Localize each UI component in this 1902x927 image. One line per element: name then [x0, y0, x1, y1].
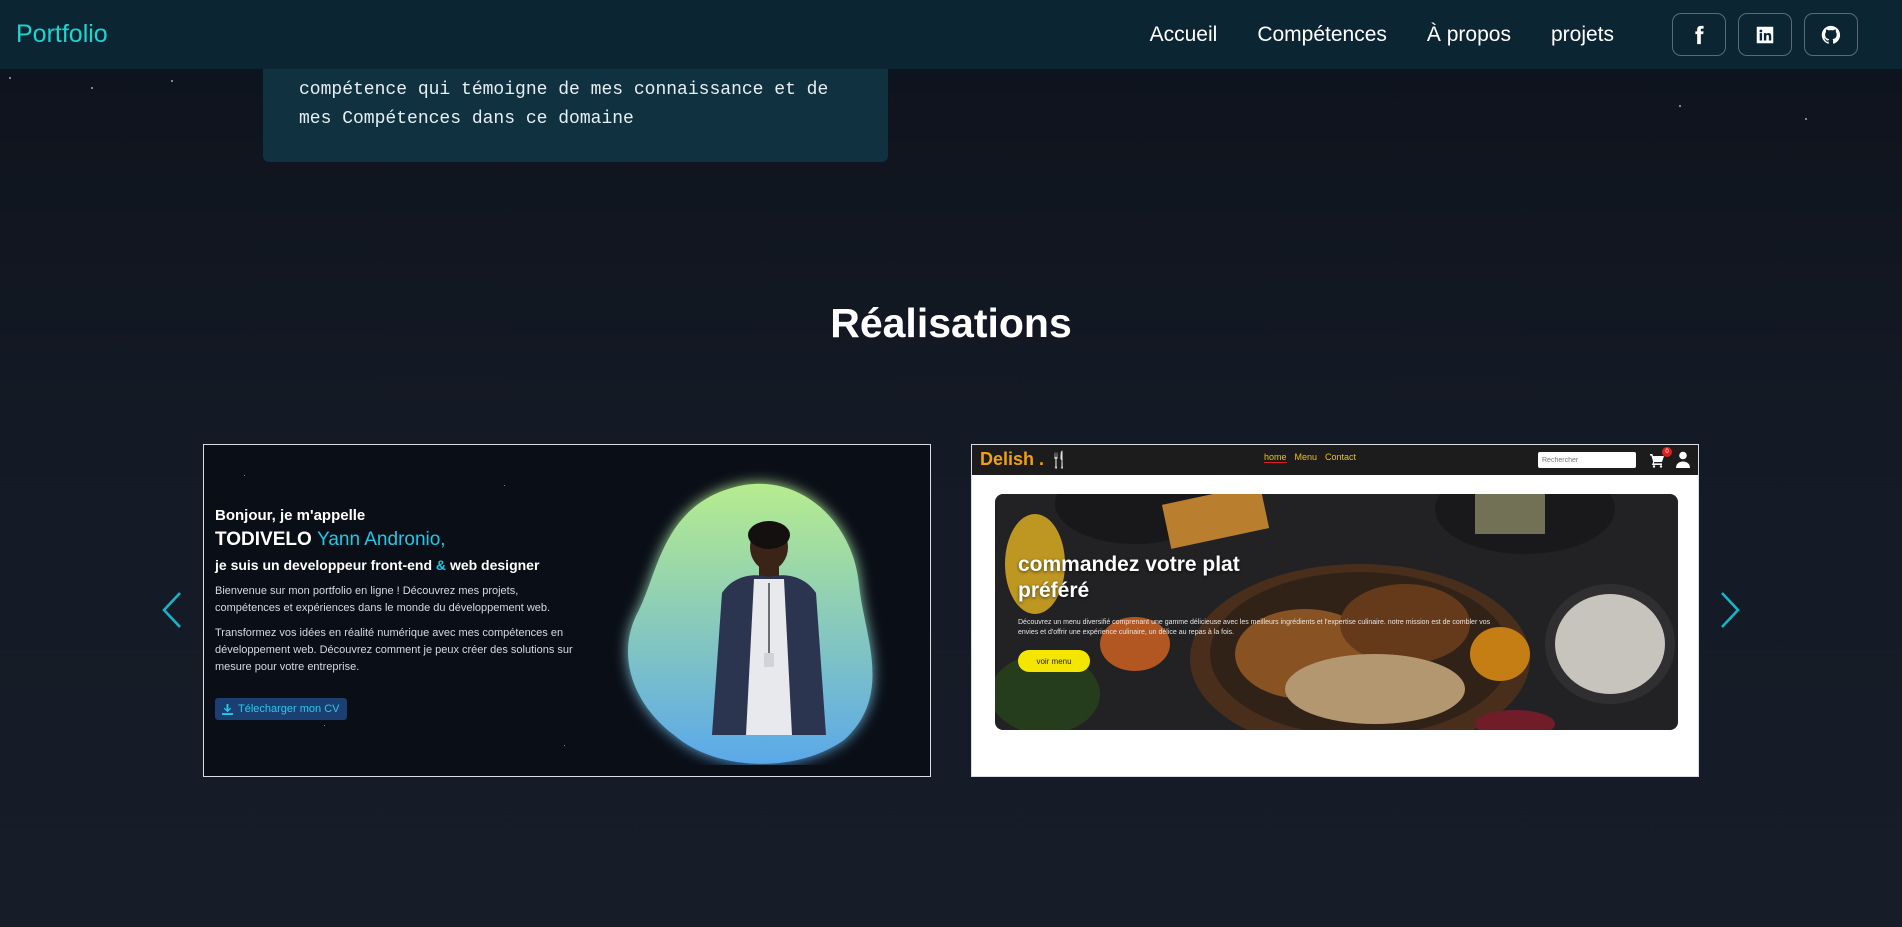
download-cv-button[interactable]: Télecharger mon CV: [215, 698, 347, 720]
delish-link-menu[interactable]: Menu: [1295, 452, 1318, 463]
delish-logo: Delish . 🍴: [980, 449, 1069, 470]
carousel-slide-portfolio[interactable]: Bonjour, je m'appelle TODIVELO Yann Andr…: [203, 444, 931, 777]
slide1-name: TODIVELO Yann Andronio,: [215, 529, 575, 551]
delish-nav-links: home Menu Contact: [1264, 452, 1356, 463]
slide1-role-start: je suis un developpeur front-end: [215, 557, 433, 573]
slide1-intro: Bonjour, je m'appelle TODIVELO Yann Andr…: [215, 507, 575, 720]
delish-search-input[interactable]: [1538, 452, 1636, 468]
star: [244, 475, 245, 476]
slide1-name-first: TODIVELO: [215, 529, 312, 550]
chevron-left-icon: [162, 592, 181, 628]
social-links: [1672, 13, 1858, 56]
nav-right: Accueil Compétences À propos projets: [1150, 13, 1886, 56]
star: [171, 80, 173, 82]
slide1-hello: Bonjour, je m'appelle: [215, 507, 366, 524]
star: [9, 77, 11, 79]
delish-hero-text: Découvrez un menu diversifié comprenant …: [1018, 619, 1491, 636]
cart-count-badge: 0: [1662, 447, 1672, 457]
nav-link-projets[interactable]: projets: [1551, 23, 1614, 47]
carousel-prev-button[interactable]: [158, 590, 186, 630]
github-button[interactable]: [1804, 13, 1858, 56]
linkedin-icon: [1756, 26, 1774, 43]
slide1-role: je suis un developpeur front-end & web d…: [215, 557, 575, 573]
user-icon[interactable]: [1675, 451, 1691, 468]
facebook-icon: [1695, 25, 1704, 44]
slide1-paragraph-1: Bienvenue sur mon portfolio en ligne ! D…: [215, 585, 551, 614]
star: [504, 485, 505, 486]
carousel-slide-delish[interactable]: Delish . 🍴 home Menu Contact 0: [971, 444, 1699, 777]
brand-logo[interactable]: Portfolio: [16, 20, 108, 49]
slide1-name-last: Yann Andronio,: [317, 529, 446, 550]
star: [1805, 118, 1807, 120]
download-icon: [222, 703, 233, 715]
delish-hero-title: commandez votre plat préféré: [1018, 553, 1240, 602]
star: [91, 87, 93, 89]
delish-hero: commandez votre plat préféré Découvrez u…: [995, 494, 1678, 730]
delish-logo-text: Delish .: [980, 449, 1045, 469]
top-navbar: Portfolio Accueil Compétences À propos p…: [0, 0, 1902, 69]
skill-card-text: compétence qui témoigne de mes connaissa…: [299, 80, 829, 129]
voir-menu-button[interactable]: voir menu: [1018, 650, 1090, 672]
download-cv-label: Télecharger mon CV: [238, 703, 340, 715]
star: [324, 725, 325, 726]
carousel-next-button[interactable]: [1716, 590, 1744, 630]
delish-link-contact[interactable]: Contact: [1325, 452, 1356, 463]
delish-link-home[interactable]: home: [1264, 452, 1287, 463]
nav-link-a-propos[interactable]: À propos: [1427, 23, 1511, 47]
profile-photo: [627, 483, 873, 764]
star: [1679, 105, 1681, 107]
linkedin-button[interactable]: [1738, 13, 1792, 56]
facebook-button[interactable]: [1672, 13, 1726, 56]
section-title: Réalisations: [830, 300, 1072, 346]
slide1-role-amp: &: [435, 557, 447, 573]
nav-link-competences[interactable]: Compétences: [1257, 23, 1387, 47]
nav-link-accueil[interactable]: Accueil: [1150, 23, 1218, 47]
fork-knife-icon: 🍴: [1049, 452, 1069, 469]
github-icon: [1821, 25, 1841, 44]
food-photo: [995, 494, 1678, 730]
slide1-paragraph-2: Transformez vos idées en réalité numériq…: [215, 627, 573, 673]
star: [564, 745, 565, 746]
nav-links: Accueil Compétences À propos projets: [1150, 23, 1614, 47]
delish-navbar: Delish . 🍴 home Menu Contact 0: [972, 445, 1698, 475]
slide1-role-end: web designer: [449, 557, 540, 573]
chevron-right-icon: [1721, 592, 1740, 628]
